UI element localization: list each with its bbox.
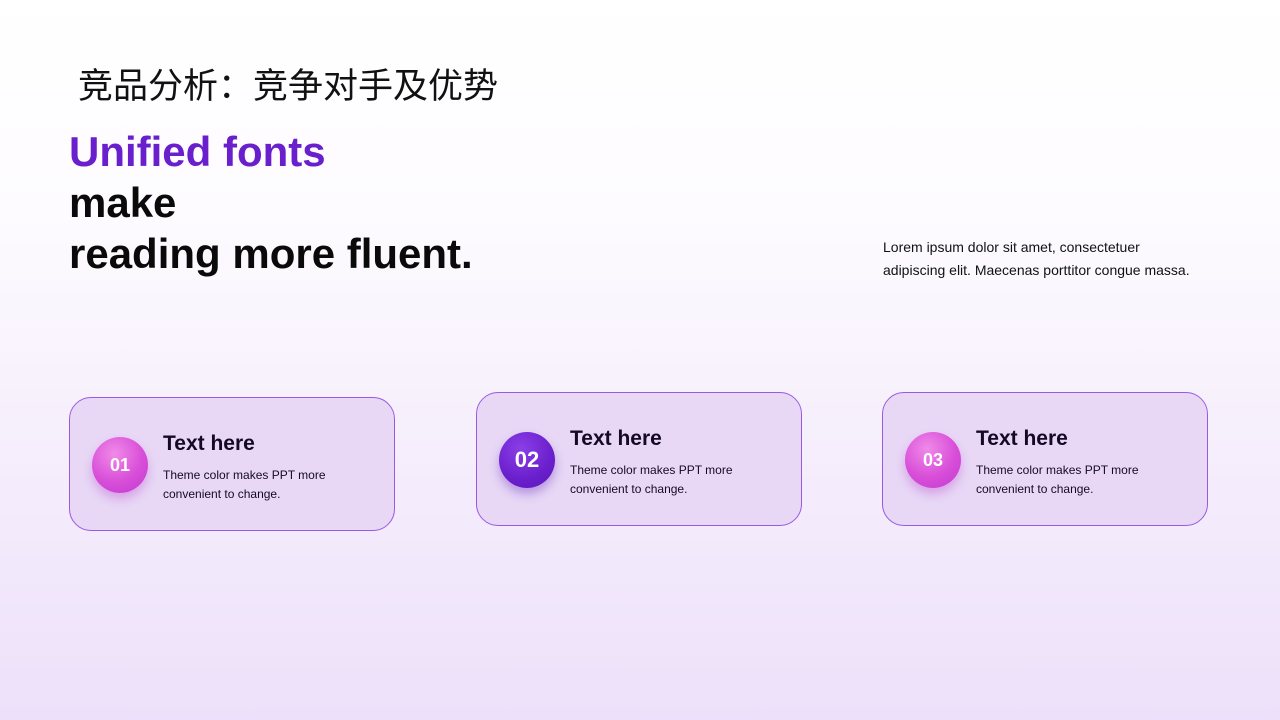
feature-card-2: 02 Text here Theme color makes PPT more … bbox=[476, 392, 802, 526]
number-badge: 01 bbox=[92, 437, 148, 493]
feature-card-1: 01 Text here Theme color makes PPT more … bbox=[69, 397, 395, 531]
card-body-line-1: Theme color makes PPT more bbox=[570, 463, 733, 477]
card-body-line-2: convenient to change. bbox=[570, 482, 688, 496]
card-body: Theme color makes PPT more convenient to… bbox=[163, 466, 363, 504]
slide-title: 竞品分析：竞争对手及优势 bbox=[78, 67, 499, 107]
card-body-line-1: Theme color makes PPT more bbox=[976, 463, 1139, 477]
card-body-line-2: convenient to change. bbox=[976, 482, 1094, 496]
card-title: Text here bbox=[570, 427, 662, 450]
card-body-line-1: Theme color makes PPT more bbox=[163, 468, 326, 482]
card-body: Theme color makes PPT more convenient to… bbox=[570, 461, 770, 499]
description-line-1: Lorem ipsum dolor sit amet, consectetuer bbox=[883, 239, 1140, 255]
headline-line-3: reading more fluent. bbox=[69, 230, 473, 277]
headline-accent-line: Unified fonts bbox=[69, 128, 326, 175]
description-text: Lorem ipsum dolor sit amet, consectetuer… bbox=[883, 236, 1223, 282]
card-title: Text here bbox=[163, 432, 255, 455]
headline: Unified fonts make reading more fluent. bbox=[69, 126, 473, 279]
number-badge: 02 bbox=[499, 432, 555, 488]
number-badge: 03 bbox=[905, 432, 961, 488]
description-line-2: adipiscing elit. Maecenas porttitor cong… bbox=[883, 262, 1190, 278]
card-title: Text here bbox=[976, 427, 1068, 450]
card-body-line-2: convenient to change. bbox=[163, 487, 281, 501]
headline-line-2: make bbox=[69, 179, 177, 226]
card-body: Theme color makes PPT more convenient to… bbox=[976, 461, 1176, 499]
feature-card-3: 03 Text here Theme color makes PPT more … bbox=[882, 392, 1208, 526]
